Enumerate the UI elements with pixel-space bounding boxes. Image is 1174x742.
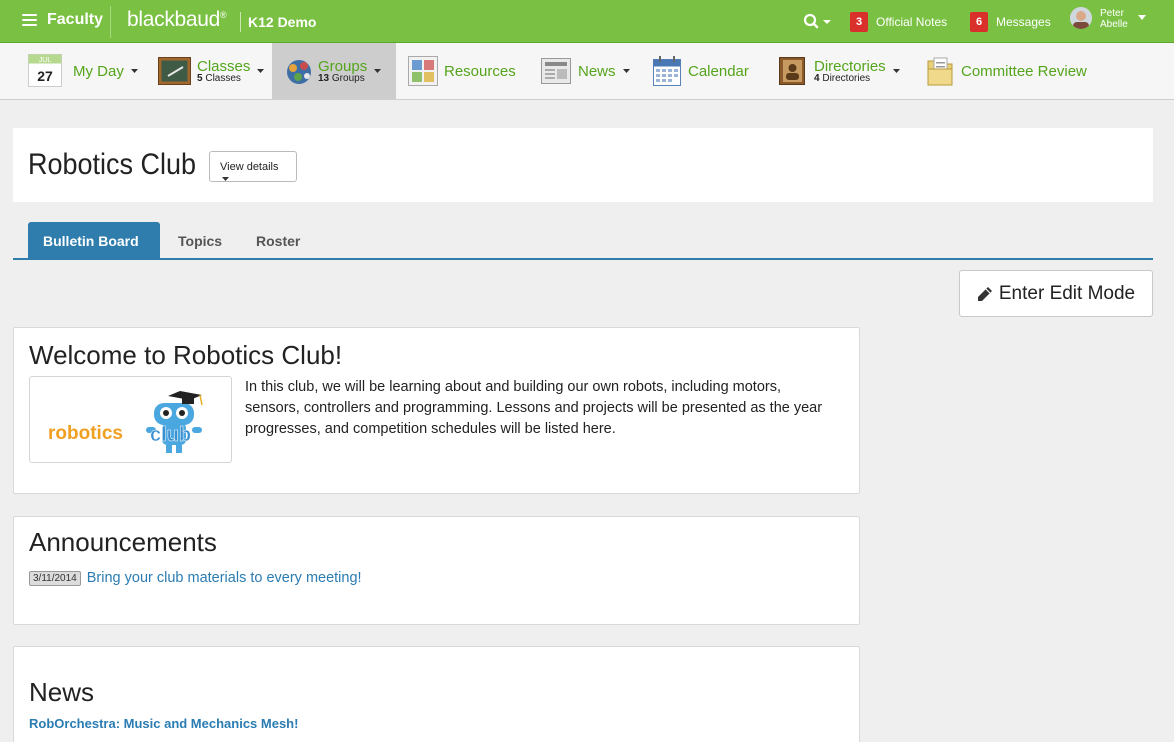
messages-label: Messages bbox=[996, 15, 1051, 29]
nav-my-day[interactable]: JUL 27 My Day bbox=[28, 43, 138, 99]
page-tabs: Bulletin Board Topics Roster bbox=[13, 222, 1153, 260]
welcome-title: Welcome to Robotics Club! bbox=[29, 340, 343, 370]
news-panel: News RobOrchestra: Music and Mechanics M… bbox=[13, 646, 860, 742]
tab-topics[interactable]: Topics bbox=[163, 222, 237, 258]
nav-calendar[interactable]: Calendar bbox=[653, 43, 749, 99]
user-first-name: Peter bbox=[1100, 8, 1124, 19]
news-label: News bbox=[578, 62, 616, 80]
announcements-title: Announcements bbox=[29, 527, 217, 557]
logo-text-robotics: robotics bbox=[48, 423, 123, 444]
search-button[interactable] bbox=[803, 12, 833, 32]
groups-icon bbox=[287, 60, 311, 84]
my-day-date: 27 bbox=[37, 68, 53, 84]
robotics-club-logo: robotics club bbox=[29, 376, 232, 463]
page-title: Robotics Club bbox=[28, 148, 197, 181]
chevron-down-icon bbox=[374, 69, 382, 73]
chevron-down-icon bbox=[222, 177, 229, 182]
directories-count: 4 bbox=[814, 73, 820, 84]
announcement-date-badge: 3/11/2014 bbox=[29, 570, 81, 586]
nav-groups[interactable]: Groups 13 Groups bbox=[272, 43, 396, 99]
folder-document-icon bbox=[927, 57, 953, 86]
nav-directories[interactable]: Directories 4 Directories bbox=[779, 43, 900, 99]
tab-roster[interactable]: Roster bbox=[241, 222, 315, 258]
notes-label: Official Notes bbox=[876, 15, 948, 29]
classes-sub: Classes bbox=[205, 73, 241, 84]
announcements-panel: Announcements 3/11/2014 Bring your club … bbox=[13, 516, 860, 625]
user-last-name: Abelle bbox=[1100, 19, 1128, 30]
edit-mode-label: Enter Edit Mode bbox=[998, 282, 1136, 304]
groups-count: 13 bbox=[318, 73, 330, 84]
chevron-down-icon bbox=[257, 69, 265, 73]
divider bbox=[110, 6, 111, 38]
directories-sub: Directories bbox=[822, 73, 871, 84]
calendar-icon bbox=[653, 56, 681, 86]
search-icon bbox=[803, 13, 831, 29]
notes-count-badge: 3 bbox=[850, 12, 868, 32]
brand-mark: ® bbox=[220, 10, 227, 20]
directory-book-icon bbox=[779, 57, 805, 85]
robot-mascot-logo: robotics club bbox=[48, 391, 203, 453]
pencil-icon bbox=[977, 286, 992, 301]
my-day-month: JUL bbox=[39, 57, 52, 64]
resources-icon bbox=[408, 56, 438, 86]
groups-sub: Groups bbox=[331, 73, 365, 84]
messages-count-badge: 6 bbox=[970, 12, 988, 32]
chevron-down-icon bbox=[130, 69, 138, 73]
top-bar: Faculty blackbaud® K12 Demo 3 Official N… bbox=[0, 0, 1174, 43]
calendar-day-icon: JUL 27 bbox=[28, 54, 62, 87]
resources-label: Resources bbox=[444, 62, 516, 80]
messages-link[interactable]: 6 Messages bbox=[970, 12, 1051, 32]
user-name[interactable]: Peter Abelle bbox=[1100, 8, 1128, 30]
welcome-panel: Welcome to Robotics Club! robotics club … bbox=[13, 327, 860, 494]
calendar-label: Calendar bbox=[688, 62, 749, 80]
enter-edit-mode-button[interactable]: Enter Edit Mode bbox=[959, 270, 1153, 317]
nav-news[interactable]: News bbox=[541, 43, 630, 99]
nav-classes[interactable]: Classes 5 Classes bbox=[158, 43, 265, 99]
chevron-down-icon bbox=[892, 69, 900, 73]
welcome-description: In this club, we will be learning about … bbox=[245, 379, 823, 437]
divider bbox=[240, 12, 241, 32]
page-header: Robotics Club View details bbox=[13, 128, 1153, 202]
brand-name: blackbaud bbox=[127, 8, 221, 31]
view-details-label: View details bbox=[220, 161, 279, 173]
logo-text-club: club bbox=[150, 424, 191, 446]
announcement-item: 3/11/2014 Bring your club materials to e… bbox=[29, 570, 362, 586]
view-details-button[interactable]: View details bbox=[209, 151, 297, 182]
news-article-link[interactable]: RobOrchestra: Music and Mechanics Mesh! bbox=[29, 716, 298, 731]
official-notes-link[interactable]: 3 Official Notes bbox=[850, 12, 947, 32]
avatar[interactable] bbox=[1070, 7, 1092, 29]
chalkboard-icon bbox=[158, 57, 191, 85]
brand-logo: blackbaud® bbox=[127, 8, 227, 32]
news-title: News bbox=[29, 677, 95, 707]
committee-review-label: Committee Review bbox=[961, 62, 1087, 80]
classes-count: 5 bbox=[197, 73, 203, 84]
main-nav: JUL 27 My Day Classes 5 Classes Groups 1… bbox=[0, 43, 1174, 100]
chevron-down-icon bbox=[622, 69, 630, 73]
nav-resources[interactable]: Resources bbox=[408, 43, 516, 99]
role-context[interactable]: Faculty bbox=[47, 11, 103, 29]
tab-bulletin-board[interactable]: Bulletin Board bbox=[28, 222, 160, 258]
announcement-link[interactable]: Bring your club materials to every meeti… bbox=[87, 570, 362, 586]
chevron-down-icon[interactable] bbox=[1138, 15, 1146, 20]
school-name: K12 Demo bbox=[248, 14, 317, 30]
my-day-label: My Day bbox=[73, 62, 124, 80]
newspaper-icon bbox=[541, 58, 571, 84]
user-photo-icon bbox=[1070, 7, 1092, 29]
menu-icon[interactable] bbox=[22, 14, 37, 27]
nav-committee-review[interactable]: Committee Review bbox=[926, 43, 1087, 99]
